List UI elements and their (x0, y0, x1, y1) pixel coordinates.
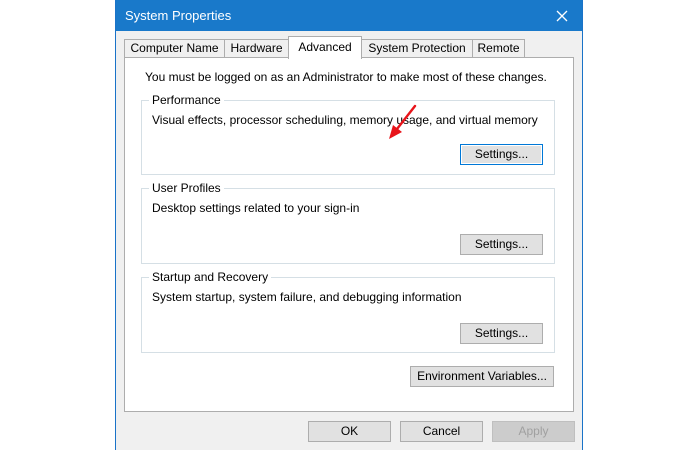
tab-remote[interactable]: Remote (472, 39, 525, 58)
tab-system-protection[interactable]: System Protection (361, 39, 473, 58)
user-profiles-group-label: User Profiles (149, 181, 224, 195)
tab-computer-name[interactable]: Computer Name (124, 39, 225, 58)
user-profiles-settings-button[interactable]: Settings... (460, 234, 543, 255)
tab-advanced[interactable]: Advanced (288, 36, 362, 59)
admin-note: You must be logged on as an Administrato… (145, 70, 547, 84)
advanced-tab-panel: You must be logged on as an Administrato… (124, 57, 574, 412)
performance-group: Performance Visual effects, processor sc… (141, 93, 555, 175)
window-title: System Properties (125, 8, 232, 23)
user-profiles-description: Desktop settings related to your sign-in (152, 201, 360, 215)
red-arrow-icon (389, 104, 417, 139)
startup-recovery-settings-button[interactable]: Settings... (460, 323, 543, 344)
performance-description: Visual effects, processor scheduling, me… (152, 113, 538, 127)
title-bar[interactable]: System Properties (116, 0, 582, 31)
apply-button[interactable]: Apply (492, 421, 575, 442)
startup-recovery-group-label: Startup and Recovery (149, 270, 272, 284)
performance-group-label: Performance (149, 93, 224, 107)
environment-variables-button[interactable]: Environment Variables... (410, 366, 554, 387)
startup-recovery-group: Startup and Recovery System startup, sys… (141, 270, 555, 353)
system-properties-window: System Properties Computer Name Hardware… (115, 0, 583, 450)
close-icon (556, 10, 568, 21)
ok-button[interactable]: OK (308, 421, 391, 442)
cancel-button[interactable]: Cancel (400, 421, 483, 442)
close-button[interactable] (542, 0, 582, 31)
user-profiles-group: User Profiles Desktop settings related t… (141, 181, 555, 264)
tab-hardware[interactable]: Hardware (224, 39, 289, 58)
startup-recovery-description: System startup, system failure, and debu… (152, 290, 462, 304)
performance-settings-button[interactable]: Settings... (460, 144, 543, 165)
